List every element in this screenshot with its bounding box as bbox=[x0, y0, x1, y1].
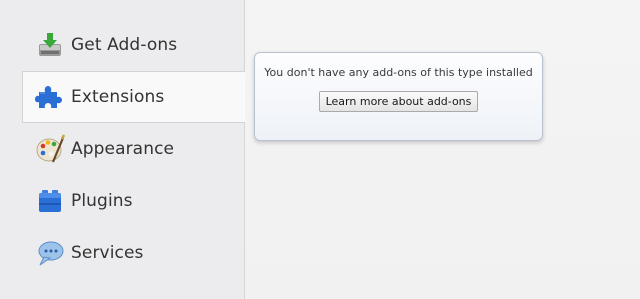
puzzle-piece-icon bbox=[35, 82, 65, 112]
sidebar-item-appearance[interactable]: Appearance bbox=[0, 123, 244, 175]
sidebar-item-extensions[interactable]: Extensions bbox=[22, 71, 245, 123]
addons-manager-window: Get Add-ons Extensions Appearance Plugin… bbox=[0, 0, 640, 299]
sidebar-item-label: Appearance bbox=[71, 139, 175, 159]
sidebar-item-plugins[interactable]: Plugins bbox=[0, 175, 244, 227]
palette-icon bbox=[35, 134, 65, 164]
empty-list-message: You don't have any add-ons of this type … bbox=[264, 66, 533, 79]
sidebar-item-label: Plugins bbox=[71, 191, 133, 211]
sidebar-item-label: Get Add-ons bbox=[71, 35, 178, 55]
get-addons-icon bbox=[35, 30, 65, 60]
sidebar-item-get-addons[interactable]: Get Add-ons bbox=[0, 19, 244, 71]
category-sidebar: Get Add-ons Extensions Appearance Plugin… bbox=[0, 0, 245, 299]
learn-more-button[interactable]: Learn more about add-ons bbox=[318, 91, 479, 112]
chat-bubble-icon bbox=[35, 238, 65, 268]
sidebar-item-label: Services bbox=[71, 243, 144, 263]
sidebar-item-label: Extensions bbox=[71, 87, 165, 107]
plugin-block-icon bbox=[35, 186, 65, 216]
addon-list-pane: You don't have any add-ons of this type … bbox=[245, 0, 640, 299]
empty-list-notice: You don't have any add-ons of this type … bbox=[254, 52, 543, 141]
sidebar-item-services[interactable]: Services bbox=[0, 227, 244, 279]
